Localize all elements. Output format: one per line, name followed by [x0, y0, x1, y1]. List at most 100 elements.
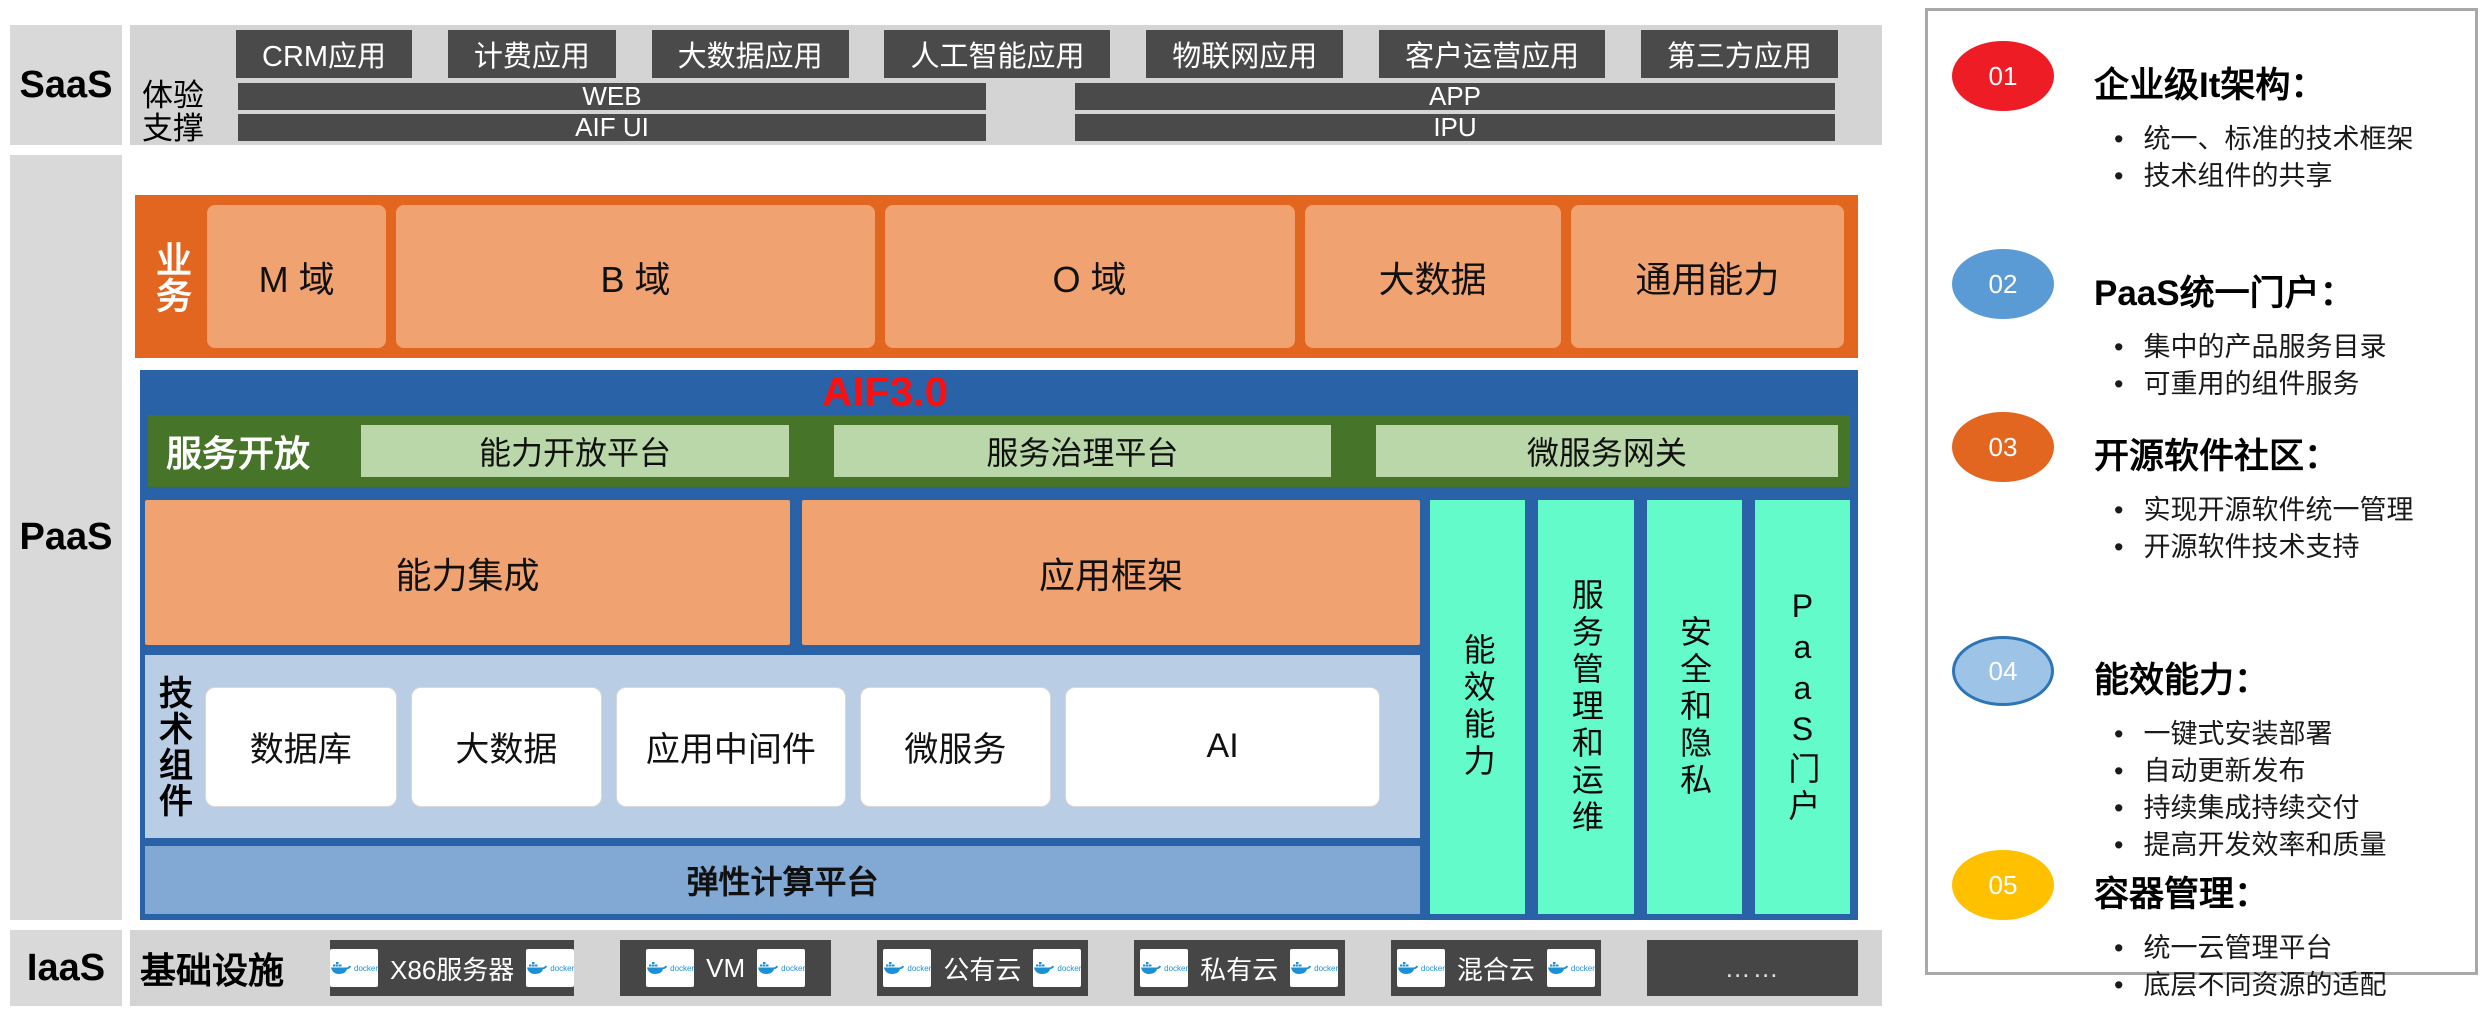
paas-layer: AIF3.0 服务开放 能力开放平台 服务治理平台 微服务网关 能力集成 应用框…: [140, 370, 1858, 920]
tech-ai: AI: [1065, 687, 1380, 807]
resource-hybrid-cloud: docker 混合云 docker: [1391, 940, 1602, 996]
saas-app-customer-ops: 客户运营应用: [1379, 30, 1605, 78]
tech-middleware: 应用中间件: [616, 687, 845, 807]
docker-icon: docker: [1290, 949, 1338, 987]
business-label: 业务: [145, 205, 197, 348]
bullet: 实现开源软件统一管理: [2114, 492, 2413, 529]
item-number-badge: 05: [1952, 850, 2054, 920]
bullet: 持续集成持续交付: [2114, 790, 2386, 827]
bullet: 自动更新发布: [2114, 753, 2386, 790]
docker-icon: docker: [330, 949, 378, 987]
layer-label-saas: SaaS: [10, 25, 122, 145]
tech-components-section: 技术组件 数据库 大数据 应用中间件 微服务 AI: [145, 655, 1420, 838]
saas-apps-row: CRM应用 计费应用 大数据应用 人工智能应用 物联网应用 客户运营应用 第三方…: [236, 30, 1838, 78]
resource-x86-server: docker X86服务器 docker: [330, 940, 574, 996]
item-bullets: 集中的产品服务目录 可重用的组件服务: [2114, 329, 2386, 403]
bullet: 技术组件的共享: [2114, 158, 2413, 195]
pillar-paas-portal: PaaS门户: [1755, 500, 1850, 914]
saas-app-crm: CRM应用: [236, 30, 412, 78]
bullet: 集中的产品服务目录: [2114, 329, 2386, 366]
item-number-badge: 04: [1952, 636, 2054, 706]
tech-bigdata: 大数据: [411, 687, 603, 807]
service-open-label: 服务开放: [166, 425, 310, 477]
item-bullets: 统一云管理平台 底层不同资源的适配: [2114, 930, 2386, 1004]
experience-support-line2: 支撑: [142, 112, 204, 145]
docker-icon: docker: [526, 949, 574, 987]
docker-icon: docker: [1547, 949, 1595, 987]
iaas-layer: 基础设施 docker X86服务器 docker docker VM dock…: [130, 930, 1882, 1006]
channel-ipu: IPU: [1075, 114, 1835, 141]
saas-app-iot: 物联网应用: [1146, 30, 1343, 78]
architecture-diagram: SaaS PaaS IaaS CRM应用 计费应用 大数据应用 人工智能应用 物…: [0, 0, 2490, 1010]
saas-app-ai: 人工智能应用: [884, 30, 1110, 78]
capability-open-platform: 能力开放平台: [361, 425, 789, 477]
saas-app-bigdata: 大数据应用: [652, 30, 849, 78]
infrastructure-label: 基础设施: [140, 942, 284, 994]
layer-label-iaas: IaaS: [10, 930, 122, 1006]
microservice-gateway: 微服务网关: [1376, 425, 1838, 477]
domain-m: M 域: [207, 205, 386, 348]
resource-label: 混合云: [1457, 950, 1535, 987]
paas-pillars: 能效能力 服务管理和运维 安全和隐私 PaaS门户: [1430, 500, 1850, 914]
layer-label-paas: PaaS: [10, 155, 122, 920]
item-bullets: 一键式安装部署 自动更新发布 持续集成持续交付 提高开发效率和质量: [2114, 716, 2386, 864]
tech-components-row: 数据库 大数据 应用中间件 微服务 AI: [201, 655, 1420, 838]
channel-aif-ui: AIF UI: [238, 114, 986, 141]
item-title: 开源软件社区：: [2094, 428, 2339, 479]
service-open-bar: 服务开放 能力开放平台 服务治理平台 微服务网关: [148, 415, 1850, 487]
pillar-efficiency: 能效能力: [1430, 500, 1525, 914]
item-number-badge: 01: [1952, 41, 2054, 111]
item-bullets: 实现开源软件统一管理 开源软件技术支持: [2114, 492, 2413, 566]
pillar-security-privacy: 安全和隐私: [1647, 500, 1742, 914]
docker-icon: docker: [1397, 949, 1445, 987]
resource-label: ……: [1725, 953, 1781, 984]
resource-label: 公有云: [943, 950, 1021, 987]
experience-support-line1: 体验: [142, 79, 204, 112]
item-number-badge: 03: [1952, 412, 2054, 482]
highlights-panel: 01 企业级It架构： 统一、标准的技术框架 技术组件的共享 02 PaaS统一…: [1925, 8, 2478, 975]
bullet: 统一云管理平台: [2114, 930, 2386, 967]
item-title: PaaS统一门户：: [2094, 265, 2355, 316]
app-channel-group: APP IPU: [1075, 83, 1835, 145]
aif-version-title: AIF3.0: [140, 370, 1630, 414]
web-channel-group: WEB AIF UI: [238, 83, 986, 145]
elastic-computing-platform: 弹性计算平台: [145, 846, 1420, 914]
channel-web: WEB: [238, 83, 986, 110]
resource-private-cloud: docker 私有云 docker: [1134, 940, 1345, 996]
channel-app: APP: [1075, 83, 1835, 110]
saas-app-billing: 计费应用: [448, 30, 616, 78]
business-layer: 业务 M 域 B 域 O 域 大数据 通用能力: [135, 195, 1858, 358]
service-governance-platform: 服务治理平台: [834, 425, 1331, 477]
docker-icon: docker: [1140, 949, 1188, 987]
item-number-badge: 02: [1952, 249, 2054, 319]
resource-more: ……: [1647, 940, 1858, 996]
resource-public-cloud: docker 公有云 docker: [877, 940, 1088, 996]
resource-label: 私有云: [1200, 950, 1278, 987]
application-framework-box: 应用框架: [802, 500, 1420, 645]
bullet: 底层不同资源的适配: [2114, 967, 2386, 1004]
domain-bigdata: 大数据: [1305, 205, 1561, 348]
item-bullets: 统一、标准的技术框架 技术组件的共享: [2114, 121, 2413, 195]
bullet: 统一、标准的技术框架: [2114, 121, 2413, 158]
tech-database: 数据库: [205, 687, 397, 807]
item-title: 容器管理：: [2094, 866, 2269, 917]
bullet: 可重用的组件服务: [2114, 366, 2386, 403]
saas-layer: CRM应用 计费应用 大数据应用 人工智能应用 物联网应用 客户运营应用 第三方…: [130, 25, 1882, 145]
item-title: 能效能力：: [2094, 652, 2269, 703]
resource-label: X86服务器: [390, 950, 514, 987]
docker-icon: docker: [883, 949, 931, 987]
bullet: 一键式安装部署: [2114, 716, 2386, 753]
docker-icon: docker: [646, 949, 694, 987]
pillar-service-mgmt-ops: 服务管理和运维: [1538, 500, 1633, 914]
domain-general: 通用能力: [1571, 205, 1844, 348]
tech-components-label: 技术组件: [145, 655, 201, 838]
saas-app-thirdparty: 第三方应用: [1641, 30, 1838, 78]
docker-icon: docker: [757, 949, 805, 987]
domain-o: O 域: [885, 205, 1295, 348]
item-title: 企业级It架构：: [2094, 57, 2325, 108]
bullet: 开源软件技术支持: [2114, 529, 2413, 566]
capability-integration-box: 能力集成: [145, 500, 790, 645]
domain-b: B 域: [396, 205, 874, 348]
bullet: 提高开发效率和质量: [2114, 827, 2386, 864]
resource-label: VM: [706, 953, 745, 984]
